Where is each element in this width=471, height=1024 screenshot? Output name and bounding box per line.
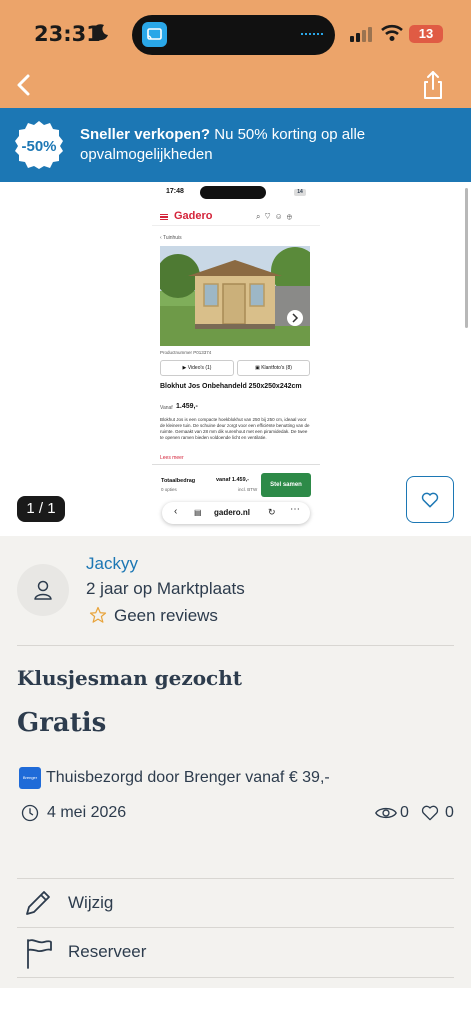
listing-date: 4 mei 2026 <box>47 804 127 821</box>
seller-member-since: 2 jaar op Marktplaats <box>86 579 245 598</box>
view-count: 0 <box>400 804 409 821</box>
heart-outline-icon <box>421 805 439 821</box>
favorite-count: 0 <box>445 804 454 821</box>
photo-total-label: Totaalbedrag <box>161 478 196 484</box>
photo-status-time: 17:48 <box>166 188 184 195</box>
activity-dots-icon <box>301 33 323 36</box>
favorite-button[interactable] <box>406 476 454 523</box>
discount-badge-text: -50% <box>21 138 56 155</box>
star-icon <box>89 606 107 623</box>
cellular-signal-icon <box>350 27 372 42</box>
photo-breadcrumb-label: Tuinhuis <box>162 235 182 241</box>
seller-name-link[interactable]: Jackyy <box>86 554 138 574</box>
battery-indicator: 13 <box>409 25 443 43</box>
promo-text: Sneller verkopen? Nu 50% korting op alle… <box>80 125 450 165</box>
reserve-button[interactable]: Reserveer <box>0 928 471 977</box>
photo-counter: 1 / 1 <box>17 496 65 522</box>
wifi-icon <box>381 24 403 41</box>
gadero-logo: Gadero <box>174 210 213 222</box>
focus-moon-icon <box>92 24 108 41</box>
photo-options: 0 opties <box>161 487 177 492</box>
listing-price: Gratis <box>17 708 107 738</box>
delivery-info[interactable]: Thuisbezorgd door Brenger vanaf € 39,- <box>46 769 330 787</box>
header-icons: ⌕♡☺⊕ <box>256 212 297 221</box>
flag-icon <box>27 939 52 969</box>
divider <box>17 977 454 978</box>
photo-videos-label: Video's (1) <box>187 365 212 371</box>
photo-customer-photos-label: Klantfoto's (8) <box>261 365 292 371</box>
photo-url-bar: ‹ ▤ gadero.nl ↻ ⋯ <box>162 502 310 524</box>
photo-cta-button: Stel samen <box>261 473 311 497</box>
photo-product-title: Blokhut Jos Onbehandeld 250x250x242cm <box>160 383 302 390</box>
photo-price-prefix: Vanaf <box>160 405 173 411</box>
photo-battery: 14 <box>294 189 306 196</box>
hamburger-menu-icon <box>160 214 168 220</box>
edit-label: Wijzig <box>68 893 114 912</box>
cabin-photo <box>160 246 310 346</box>
seller-reviews[interactable]: Geen reviews <box>114 606 218 626</box>
clock-icon <box>21 804 39 822</box>
photo-customer-photos-button: ▣ Klantfoto's (8) <box>237 360 310 376</box>
photo-dynamic-island <box>200 186 266 199</box>
photo-total-price: vanaf 1.459,- <box>216 477 250 483</box>
discount-badge: -50% <box>15 121 63 169</box>
pencil-icon <box>26 891 50 915</box>
photo-product-number: Productnummer P013374 <box>160 350 212 355</box>
photo-back-icon: ‹ <box>174 506 178 517</box>
photo-url: gadero.nl <box>214 508 251 517</box>
eye-icon <box>375 807 397 819</box>
promo-banner[interactable]: -50% Sneller verkopen? Nu 50% korting op… <box>0 108 471 182</box>
photo-tabs-icon: ▤ <box>194 508 202 517</box>
photo-price: 1.459,- <box>176 403 198 410</box>
photo-read-more: Lees meer <box>160 455 184 461</box>
status-bar: 23:31 13 <box>0 0 471 66</box>
promo-headline: Sneller verkopen? <box>80 126 211 143</box>
back-button[interactable] <box>10 70 40 100</box>
photo-breadcrumb: ‹ Tuinhuis <box>160 235 182 241</box>
divider <box>17 645 454 646</box>
photo-videos-button: ▶ Video's (1) <box>160 360 234 376</box>
photo-vat: incl. BTW <box>238 487 258 492</box>
photo-site-header: Gadero ⌕♡☺⊕ <box>152 204 320 226</box>
share-button[interactable] <box>418 68 448 102</box>
share-icon <box>424 71 442 99</box>
bottom-area <box>0 988 471 1024</box>
edit-button[interactable]: Wijzig <box>0 879 471 927</box>
screen-mirror-icon <box>142 22 167 47</box>
scrollbar[interactable] <box>465 188 468 328</box>
chevron-left-icon <box>17 74 30 96</box>
brenger-logo: Brenger <box>19 767 41 789</box>
photo-checkout-bar: Totaalbedrag 0 opties vanaf 1.459,- incl… <box>152 464 320 498</box>
user-icon <box>34 580 52 600</box>
listing-photo[interactable]: 17:48 14 Gadero ⌕♡☺⊕ ‹ Tuinhuis Productn… <box>152 184 320 530</box>
reserve-label: Reserveer <box>68 942 147 961</box>
photo-more-icon: ⋯ <box>290 504 300 515</box>
listing-title: Klusjesman gezocht <box>17 666 242 690</box>
photo-reload-icon: ↻ <box>268 507 276 517</box>
heart-icon <box>421 492 439 508</box>
seller-avatar[interactable] <box>17 564 69 616</box>
photo-description: Blokhut Jos is een compacte hoekblokhut … <box>160 417 310 440</box>
nav-bar <box>0 66 471 108</box>
status-time: 23:31 <box>34 22 101 46</box>
